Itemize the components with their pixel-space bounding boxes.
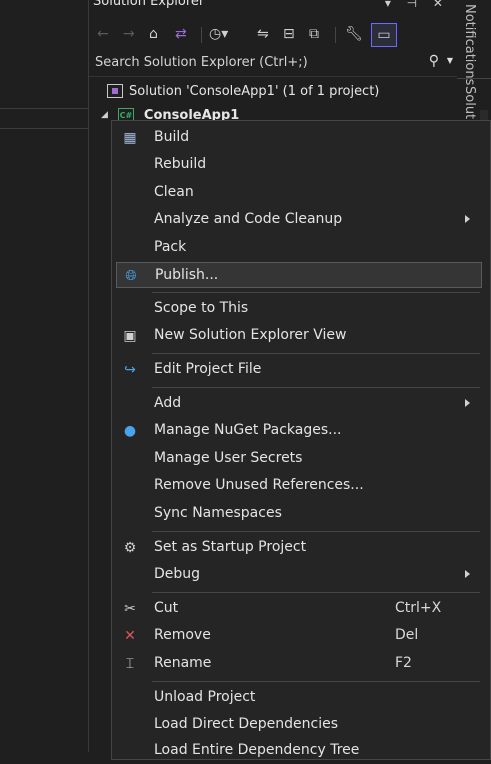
menu-item-label: New Solution Explorer View bbox=[154, 327, 347, 343]
panel-title: Solution Explorer bbox=[93, 0, 205, 9]
menu-item-label: Edit Project File bbox=[154, 361, 262, 377]
project-context-menu: ▦ Build Rebuild Clean Analyze and Code C… bbox=[111, 120, 491, 760]
menu-item-manage-nuget[interactable]: ● Manage NuGet Packages... bbox=[116, 418, 482, 444]
nuget-icon: ● bbox=[123, 423, 137, 439]
back-icon[interactable]: ← bbox=[97, 23, 109, 45]
menu-item-label: Build bbox=[154, 129, 190, 145]
search-options-chevron-icon[interactable]: ▼ bbox=[447, 56, 453, 65]
gear-icon: ⚙ bbox=[123, 540, 137, 556]
show-all-files-icon[interactable]: ⧉ bbox=[309, 23, 319, 45]
menu-item-unload-project[interactable]: Unload Project bbox=[116, 685, 482, 711]
menu-item-label: Manage NuGet Packages... bbox=[154, 422, 342, 438]
menu-item-label: Remove bbox=[154, 627, 211, 643]
menu-separator bbox=[152, 292, 480, 293]
menu-item-label: Remove Unused References... bbox=[154, 477, 364, 493]
menu-item-debug[interactable]: Debug bbox=[116, 562, 482, 588]
menu-item-remove[interactable]: ✕ Remove Del bbox=[116, 623, 482, 649]
submenu-arrow-icon bbox=[465, 399, 470, 407]
menu-item-label: Sync Namespaces bbox=[154, 505, 282, 521]
menu-item-label: Load Direct Dependencies bbox=[154, 716, 339, 732]
notifications-tab[interactable]: Notifications bbox=[462, 4, 477, 85]
new-window-icon: ▣ bbox=[123, 328, 137, 344]
menu-item-load-direct-deps[interactable]: Load Direct Dependencies bbox=[116, 712, 482, 738]
forward-icon[interactable]: → bbox=[123, 23, 135, 45]
collapse-all-icon[interactable]: ⊟ bbox=[283, 23, 295, 45]
menu-item-label: Rename bbox=[154, 655, 212, 671]
close-icon: ✕ bbox=[124, 628, 136, 644]
submenu-arrow-icon bbox=[465, 570, 470, 578]
menu-item-pack[interactable]: Pack bbox=[116, 235, 482, 261]
menu-item-remove-unused-refs[interactable]: Remove Unused References... bbox=[116, 473, 482, 499]
menu-item-label: Pack bbox=[154, 239, 187, 255]
redo-arrow-icon: ↪ bbox=[124, 362, 136, 378]
editor-divider bbox=[0, 108, 88, 109]
submenu-arrow-icon bbox=[465, 215, 470, 223]
menu-item-edit-project-file[interactable]: ↪ Edit Project File bbox=[116, 357, 482, 383]
properties-wrench-icon[interactable]: 🔧︎ bbox=[345, 23, 363, 45]
menu-item-new-explorer-view[interactable]: ▣ New Solution Explorer View bbox=[116, 323, 482, 349]
menu-item-add[interactable]: Add bbox=[116, 391, 482, 417]
toolbar-separator bbox=[201, 27, 202, 43]
sync-active-document-icon[interactable]: ⇋ bbox=[257, 23, 269, 45]
build-icon: ▦ bbox=[123, 130, 137, 146]
pending-changes-filter-icon[interactable]: ◷▾ bbox=[209, 23, 228, 45]
menu-separator bbox=[152, 353, 480, 354]
menu-item-label: Load Entire Dependency Tree bbox=[154, 742, 360, 758]
editor-divider bbox=[0, 128, 88, 129]
menu-item-rename[interactable]: ⌶ Rename F2 bbox=[116, 651, 482, 677]
menu-item-label: Unload Project bbox=[154, 689, 256, 705]
scissors-icon: ✂ bbox=[124, 601, 136, 617]
solution-label: Solution 'ConsoleApp1' (1 of 1 project) bbox=[129, 83, 380, 99]
explorer-toolbar: ← → ⌂ ⇄ ◷▾ ⇋ ⊟ ⧉ 🔧︎ ▭ bbox=[89, 19, 457, 49]
menu-separator bbox=[152, 681, 480, 682]
menu-item-build[interactable]: ▦ Build bbox=[116, 125, 482, 151]
menu-item-analyze-cleanup[interactable]: Analyze and Code Cleanup bbox=[116, 207, 482, 233]
menu-item-label: Analyze and Code Cleanup bbox=[154, 211, 343, 227]
menu-item-set-startup[interactable]: ⚙ Set as Startup Project bbox=[116, 535, 482, 561]
menu-item-label: Debug bbox=[154, 566, 201, 582]
shortcut-label: F2 bbox=[395, 655, 412, 671]
search-icon[interactable]: ⚲ bbox=[429, 53, 439, 69]
solution-icon bbox=[107, 84, 123, 98]
menu-item-clean[interactable]: Clean bbox=[116, 180, 482, 206]
menu-item-label: Add bbox=[154, 395, 182, 411]
menu-item-label: Scope to This bbox=[154, 300, 249, 316]
menu-item-rebuild[interactable]: Rebuild bbox=[116, 152, 482, 178]
panel-window-buttons[interactable]: ▾ ⊣ ✕ bbox=[385, 0, 449, 10]
menu-item-sync-namespaces[interactable]: Sync Namespaces bbox=[116, 501, 482, 527]
menu-item-publish[interactable]: 🌐︎ Publish... bbox=[116, 262, 482, 288]
menu-item-scope-to-this[interactable]: Scope to This bbox=[116, 296, 482, 322]
menu-separator bbox=[152, 387, 480, 388]
editor-pane bbox=[0, 0, 88, 752]
menu-item-cut[interactable]: ✂ Cut Ctrl+X bbox=[116, 596, 482, 622]
menu-separator bbox=[152, 531, 480, 532]
rename-icon: ⌶ bbox=[125, 656, 135, 672]
search-box[interactable]: Search Solution Explorer (Ctrl+;) ⚲ ▼ bbox=[89, 50, 457, 77]
menu-item-label: Manage User Secrets bbox=[154, 450, 303, 466]
solution-node[interactable]: Solution 'ConsoleApp1' (1 of 1 project) bbox=[107, 80, 379, 102]
menu-item-load-entire-tree[interactable]: Load Entire Dependency Tree bbox=[116, 738, 482, 764]
menu-item-label: Clean bbox=[154, 184, 194, 200]
search-input[interactable]: Search Solution Explorer (Ctrl+;) bbox=[95, 55, 308, 70]
menu-separator bbox=[152, 592, 480, 593]
menu-item-label: Set as Startup Project bbox=[154, 539, 307, 555]
home-icon[interactable]: ⌂ bbox=[149, 23, 158, 45]
menu-item-label: Publish... bbox=[155, 267, 219, 283]
menu-item-manage-secrets[interactable]: Manage User Secrets bbox=[116, 446, 482, 472]
tab-divider bbox=[457, 78, 491, 79]
shortcut-label: Ctrl+X bbox=[395, 600, 442, 616]
toolbar-separator bbox=[335, 27, 336, 43]
switch-views-icon[interactable]: ⇄ bbox=[175, 23, 187, 45]
expand-chevron-icon[interactable]: ◢ bbox=[101, 110, 108, 120]
globe-icon: 🌐︎ bbox=[125, 268, 137, 284]
menu-item-label: Cut bbox=[154, 600, 179, 616]
preview-selected-items-icon[interactable]: ▭ bbox=[371, 23, 397, 47]
menu-item-label: Rebuild bbox=[154, 156, 207, 172]
shortcut-label: Del bbox=[395, 627, 419, 643]
